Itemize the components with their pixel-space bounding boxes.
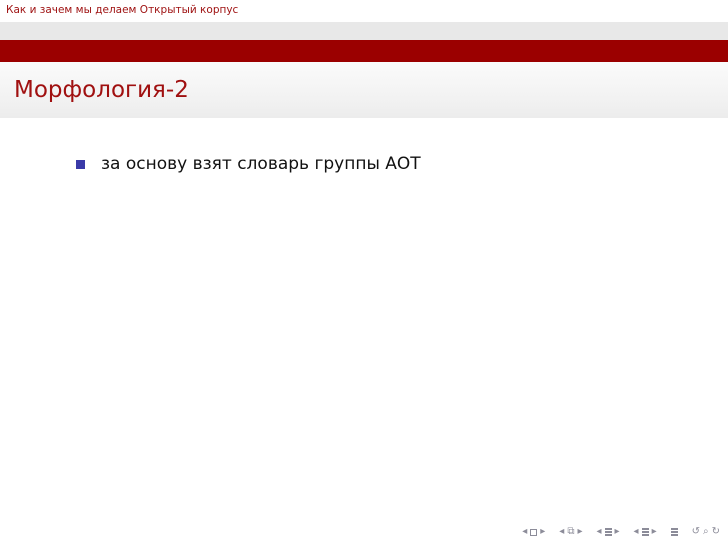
bullet-item: за основу взят словарь группы АОТ [76,154,421,174]
forward-icon[interactable]: ↻ [712,526,720,538]
next-subsection-arrow-icon[interactable]: ▸ [615,526,620,538]
decorative-band-dark [0,40,728,62]
slide-icon[interactable] [530,528,538,536]
frame-content: за основу взят словарь группы АОТ [0,118,728,518]
search-icon[interactable]: ⌕ [703,526,709,538]
short-title[interactable]: Как и зачем мы делаем Открытый корпус [6,4,238,16]
prev-subsection-arrow-icon[interactable]: ◂ [596,526,601,538]
section-icon[interactable] [641,528,649,536]
next-section-arrow-icon[interactable]: ▸ [652,526,657,538]
frame-icon[interactable]: ⧉ [567,526,574,538]
next-slide-arrow-icon[interactable]: ▸ [540,526,545,538]
bullet-text: за основу взят словарь группы АОТ [101,154,421,174]
frame-title: Морфология-2 [14,77,189,103]
subsection-icon[interactable] [604,528,612,536]
prev-frame-arrow-icon[interactable]: ◂ [559,526,564,538]
decorative-band-light [0,22,728,40]
prev-slide-arrow-icon[interactable]: ◂ [522,526,527,538]
navigation-symbols: ◂ ▸ ◂ ⧉ ▸ ◂ ▸ ◂ ▸ ↺ ⌕ ↻ [522,526,720,538]
back-icon[interactable]: ↺ [692,526,700,538]
next-frame-arrow-icon[interactable]: ▸ [577,526,582,538]
align-icon[interactable] [670,528,678,536]
headline-bar: Как и зачем мы делаем Открытый корпус [0,0,728,22]
prev-section-arrow-icon[interactable]: ◂ [634,526,639,538]
bullet-square-icon [76,160,85,169]
